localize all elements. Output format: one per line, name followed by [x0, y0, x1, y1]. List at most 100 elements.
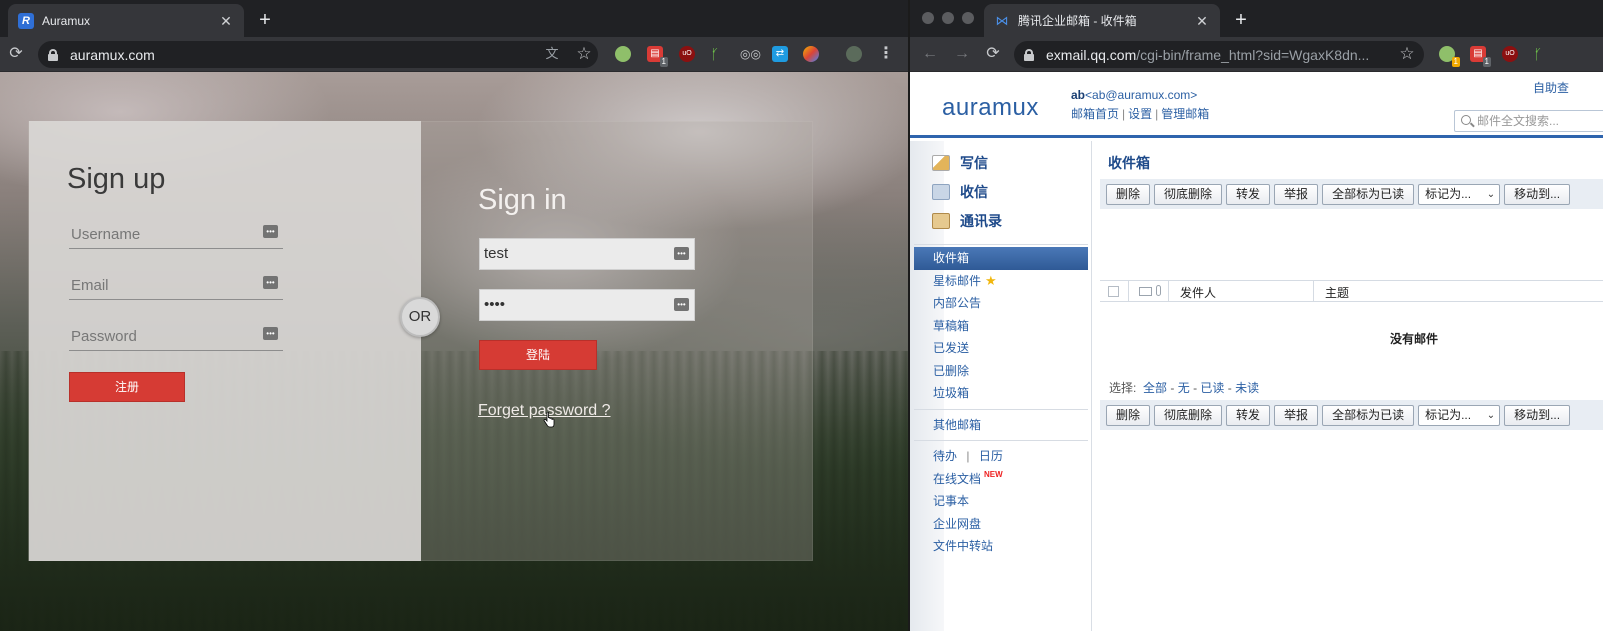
- glasses-ext-icon[interactable]: ◎◎: [740, 46, 761, 62]
- bookmark-star-icon[interactable]: ☆: [1398, 45, 1416, 63]
- report-button[interactable]: 举报: [1274, 183, 1319, 205]
- settings-link[interactable]: 设置: [1128, 107, 1152, 121]
- circle-ext-icon[interactable]: 1: [1439, 46, 1460, 67]
- calendar-link[interactable]: 日历: [979, 449, 1003, 463]
- url-text: auramux.com: [70, 46, 155, 63]
- signup-username-field[interactable]: Username •••: [69, 221, 283, 249]
- close-tab-icon[interactable]: ✕: [218, 13, 234, 29]
- password-manager-icon[interactable]: •••: [263, 225, 278, 238]
- delete-button[interactable]: 删除: [1106, 183, 1151, 205]
- forward-button[interactable]: 转发: [1226, 183, 1271, 205]
- back-icon[interactable]: ←: [920, 44, 940, 64]
- attachment-icon: [1156, 285, 1161, 296]
- ublock-icon[interactable]: uO: [679, 46, 695, 62]
- file-transfer-link[interactable]: 文件中转站: [914, 535, 1088, 558]
- folder-list: 收件箱 星标邮件 ★ 内部公告 草稿箱 已发送 已删除 垃圾箱 其他邮箱 待办 |…: [914, 247, 1088, 558]
- select-all-link[interactable]: 全部: [1143, 381, 1167, 395]
- left-tab-bar: R Auramux ✕ +: [0, 0, 908, 37]
- mail-table-header: 发件人 主题: [1100, 280, 1603, 302]
- select-all-checkbox[interactable]: [1108, 286, 1119, 297]
- plant-ext-icon[interactable]: ᚶ: [1530, 46, 1546, 62]
- lock-icon: [1024, 48, 1034, 61]
- select-none-link[interactable]: 无: [1178, 381, 1190, 395]
- password-manager-icon[interactable]: •••: [674, 298, 689, 311]
- mail-search-input[interactable]: 邮件全文搜索...: [1454, 110, 1603, 132]
- company-logo[interactable]: auramux: [942, 94, 1039, 122]
- profile-avatar-icon[interactable]: [846, 46, 862, 62]
- signup-button[interactable]: 注册: [69, 372, 185, 402]
- move-to-button[interactable]: 移动到...: [1504, 183, 1571, 205]
- online-docs-link[interactable]: 在线文档 NEW: [914, 468, 1088, 491]
- right-toolbar: ← → ⟳ exmail.qq.com/cgi-bin/frame_html?s…: [910, 37, 1603, 72]
- new-tab-button[interactable]: +: [252, 7, 278, 33]
- forward-button[interactable]: 转发: [1226, 404, 1271, 426]
- sync-ext-icon[interactable]: ⇄: [772, 46, 788, 62]
- window-close-dot-icon[interactable]: [922, 12, 934, 24]
- mail-home-link[interactable]: 邮箱首页: [1071, 107, 1119, 121]
- folder-starred[interactable]: 星标邮件 ★: [914, 270, 1088, 293]
- new-tab-button[interactable]: +: [1228, 7, 1254, 33]
- tab-auramux[interactable]: R Auramux ✕: [8, 4, 244, 37]
- move-to-button[interactable]: 移动到...: [1504, 404, 1571, 426]
- password-manager-icon[interactable]: •••: [263, 276, 278, 289]
- bookmark-star-icon[interactable]: ☆: [575, 45, 593, 63]
- folder-deleted[interactable]: 已删除: [914, 360, 1088, 383]
- sender-column-header[interactable]: 发件人: [1180, 284, 1216, 301]
- password-manager-icon[interactable]: •••: [674, 247, 689, 260]
- signin-button[interactable]: 登陆: [479, 340, 597, 370]
- close-tab-icon[interactable]: ✕: [1194, 13, 1210, 29]
- password-manager-icon[interactable]: •••: [263, 327, 278, 340]
- signin-password-field[interactable]: •••• •••: [479, 289, 695, 321]
- todo-ext-icon[interactable]: ▤ 1: [647, 46, 668, 67]
- signup-email-field[interactable]: Email •••: [69, 272, 283, 300]
- tab-exmail-inbox[interactable]: ⋈ 腾讯企业邮箱 - 收件箱 ✕: [984, 4, 1220, 37]
- contacts-link[interactable]: 通讯录: [932, 210, 1002, 232]
- reload-icon[interactable]: ⟳: [983, 44, 1003, 64]
- account-info: ab<ab@auramux.com>: [1071, 88, 1198, 102]
- circle-ext-icon[interactable]: [615, 46, 631, 62]
- permanent-delete-button[interactable]: 彻底删除: [1154, 183, 1223, 205]
- folder-sent[interactable]: 已发送: [914, 337, 1088, 360]
- admin-mail-link[interactable]: 管理邮箱: [1161, 107, 1209, 121]
- signin-username-field[interactable]: test •••: [479, 238, 695, 270]
- plant-ext-icon[interactable]: ᚶ: [707, 46, 723, 62]
- other-mailboxes-link[interactable]: 其他邮箱: [914, 414, 1088, 437]
- todo-ext-icon[interactable]: ▤ 1: [1470, 46, 1491, 67]
- tab-title: Auramux: [42, 13, 91, 28]
- report-button[interactable]: 举报: [1274, 404, 1319, 426]
- window-minimize-dot-icon[interactable]: [942, 12, 954, 24]
- folder-spam[interactable]: 垃圾箱: [914, 382, 1088, 405]
- forward-icon[interactable]: →: [952, 44, 972, 64]
- folder-drafts[interactable]: 草稿箱: [914, 315, 1088, 338]
- window-zoom-dot-icon[interactable]: [962, 12, 974, 24]
- signup-panel: Sign up Username ••• Email ••• Password …: [29, 121, 421, 561]
- read-status-icon: [1139, 287, 1152, 296]
- mark-all-read-button[interactable]: 全部标为已读: [1322, 183, 1415, 205]
- mark-as-dropdown[interactable]: 标记为... ⌄: [1418, 183, 1501, 205]
- signup-password-field[interactable]: Password •••: [69, 323, 283, 351]
- address-bar[interactable]: exmail.qq.com/cgi-bin/frame_html?sid=Wga…: [1014, 41, 1424, 68]
- menu-icon[interactable]: ⋮: [876, 44, 896, 64]
- select-unread-link[interactable]: 未读: [1235, 381, 1259, 395]
- reload-icon[interactable]: ⟳: [6, 44, 26, 64]
- folder-announcements[interactable]: 内部公告: [914, 292, 1088, 315]
- address-bar[interactable]: auramux.com: [38, 41, 598, 68]
- netdisk-link[interactable]: 企业网盘: [914, 513, 1088, 536]
- permanent-delete-button[interactable]: 彻底删除: [1154, 404, 1223, 426]
- translate-icon[interactable]: 文: [543, 45, 561, 63]
- subject-column-header[interactable]: 主题: [1325, 284, 1349, 301]
- ublock-icon[interactable]: uO: [1502, 46, 1518, 62]
- mark-all-read-button[interactable]: 全部标为已读: [1322, 404, 1415, 426]
- folder-inbox[interactable]: 收件箱: [914, 247, 1088, 270]
- self-help-link[interactable]: 自助查: [1533, 79, 1569, 96]
- top-action-bar: 删除 彻底删除 转发 举报 全部标为已读 标记为... ⌄ 移动到...: [1100, 179, 1603, 209]
- receive-link[interactable]: 收信: [932, 181, 988, 203]
- todo-link[interactable]: 待办: [933, 449, 957, 463]
- notes-link[interactable]: 记事本: [914, 490, 1088, 513]
- mark-as-dropdown[interactable]: 标记为... ⌄: [1418, 404, 1501, 426]
- select-read-link[interactable]: 已读: [1200, 381, 1224, 395]
- search-icon: [1461, 115, 1471, 125]
- color-ext-icon[interactable]: [803, 46, 819, 62]
- compose-link[interactable]: 写信: [932, 152, 988, 174]
- delete-button[interactable]: 删除: [1106, 404, 1151, 426]
